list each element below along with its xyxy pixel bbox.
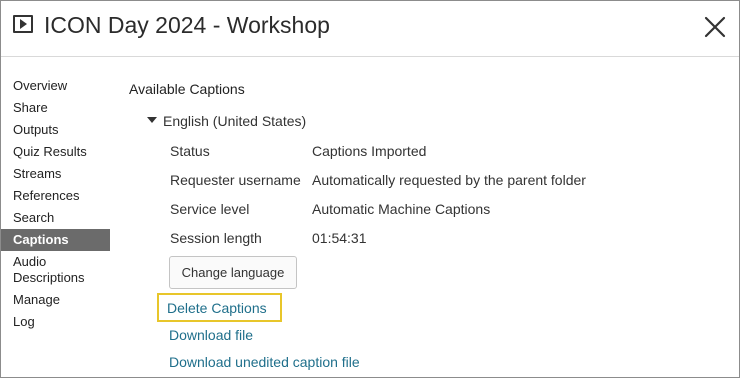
delete-captions-link[interactable]: Delete Captions <box>167 298 267 318</box>
close-button[interactable] <box>701 13 729 41</box>
download-unedited-caption-link[interactable]: Download unedited caption file <box>169 352 360 372</box>
sidebar-item-outputs[interactable]: Outputs <box>1 122 110 138</box>
language-toggle[interactable]: English (United States) <box>147 111 306 131</box>
sidebar-item-log[interactable]: Log <box>1 314 110 330</box>
sidebar-item-streams[interactable]: Streams <box>1 166 110 182</box>
change-language-button[interactable]: Change language <box>169 256 297 289</box>
download-file-link[interactable]: Download file <box>169 325 253 345</box>
sidebar-item-captions[interactable]: Captions <box>1 229 110 251</box>
play-icon <box>13 15 33 33</box>
sidebar-item-references[interactable]: References <box>1 188 110 204</box>
sidebar-item-overview[interactable]: Overview <box>1 78 110 94</box>
detail-value: 01:54:31 <box>312 230 367 246</box>
sidebar-item-manage[interactable]: Manage <box>1 292 110 308</box>
detail-value: Automatic Machine Captions <box>312 201 491 217</box>
sidebar-item-search[interactable]: Search <box>1 210 110 226</box>
sidebar-item-share[interactable]: Share <box>1 100 110 116</box>
sidebar-item-quiz-results[interactable]: Quiz Results <box>1 144 110 160</box>
dialog-window: ICON Day 2024 - Workshop Overview Share … <box>0 0 740 378</box>
detail-label: Status <box>170 143 210 159</box>
detail-label: Session length <box>170 230 262 246</box>
section-heading: Available Captions <box>129 81 245 97</box>
captions-panel: Available Captions English (United State… <box>129 79 729 370</box>
detail-value: Captions Imported <box>312 143 427 159</box>
dialog-header: ICON Day 2024 - Workshop <box>1 1 739 57</box>
detail-label: Requester username <box>170 172 301 188</box>
sidebar-nav: Overview Share Outputs Quiz Results Stre… <box>1 78 110 336</box>
close-icon <box>704 16 726 38</box>
detail-value: Automatically requested by the parent fo… <box>312 172 586 188</box>
language-label: English (United States) <box>163 113 307 129</box>
page-title: ICON Day 2024 - Workshop <box>44 12 330 38</box>
detail-label: Service level <box>170 201 250 217</box>
caret-down-icon <box>147 117 157 123</box>
sidebar-item-audio-descriptions[interactable]: Audio Descriptions <box>1 254 85 286</box>
